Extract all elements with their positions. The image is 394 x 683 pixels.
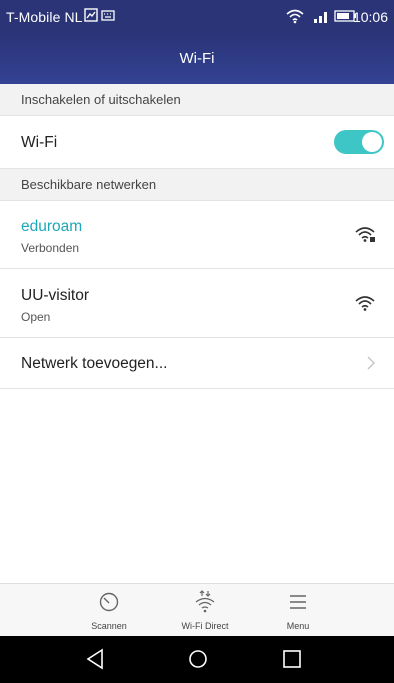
back-icon[interactable]: [84, 647, 106, 676]
bottom-toolbar: Scannen Wi-Fi Direct Menu: [0, 583, 394, 636]
network-item-uu-visitor[interactable]: UU-visitor Open: [0, 269, 394, 338]
screenshot-notification-icon: [84, 8, 98, 25]
toggle-knob: [362, 132, 382, 152]
wifi-status-icon: [285, 8, 305, 27]
wifi-toggle-row[interactable]: Wi-Fi: [0, 116, 394, 169]
scan-icon: [97, 590, 121, 619]
menu-button[interactable]: Menu: [248, 584, 348, 637]
network-status: Open: [21, 310, 51, 324]
wifi-direct-icon: [193, 590, 217, 619]
wifi-direct-label: Wi-Fi Direct: [181, 621, 229, 631]
clock: 10:06: [352, 9, 388, 25]
signal-strength-icon: [313, 8, 331, 27]
wifi-icon: [354, 294, 376, 317]
menu-label: Menu: [286, 621, 310, 631]
section-header-label: Inschakelen of uitschakelen: [21, 92, 181, 107]
add-network-label: Netwerk toevoegen...: [21, 355, 168, 372]
navigation-bar: [0, 636, 394, 683]
wifi-direct-button[interactable]: Wi-Fi Direct: [155, 584, 255, 637]
section-header-networks: Beschikbare netwerken: [0, 169, 394, 201]
network-item-eduroam[interactable]: eduroam Verbonden: [0, 201, 394, 269]
section-header-label: Beschikbare netwerken: [21, 177, 157, 192]
scan-label: Scannen: [91, 621, 127, 631]
wifi-secured-icon: [354, 225, 376, 248]
wifi-toggle-switch[interactable]: [334, 130, 384, 154]
home-icon[interactable]: [186, 647, 210, 676]
add-network-row[interactable]: Netwerk toevoegen...: [0, 338, 394, 389]
page-title: Wi-Fi: [179, 50, 215, 67]
scan-button[interactable]: Scannen: [59, 584, 159, 637]
network-name: UU-visitor: [21, 287, 90, 304]
network-status: Verbonden: [21, 241, 80, 255]
network-name: eduroam: [21, 218, 83, 235]
chevron-right-icon: [366, 355, 376, 376]
carrier-name: T-Mobile NL: [6, 9, 83, 25]
app-header: Wi-Fi: [0, 34, 394, 84]
wifi-toggle-label: Wi-Fi: [21, 134, 58, 151]
status-bar: T-Mobile NL 10:06: [0, 0, 394, 34]
recents-icon[interactable]: [280, 647, 304, 676]
menu-icon: [286, 590, 310, 619]
section-header-toggle: Inschakelen of uitschakelen: [0, 84, 394, 116]
keyboard-notification-icon: [101, 8, 115, 25]
